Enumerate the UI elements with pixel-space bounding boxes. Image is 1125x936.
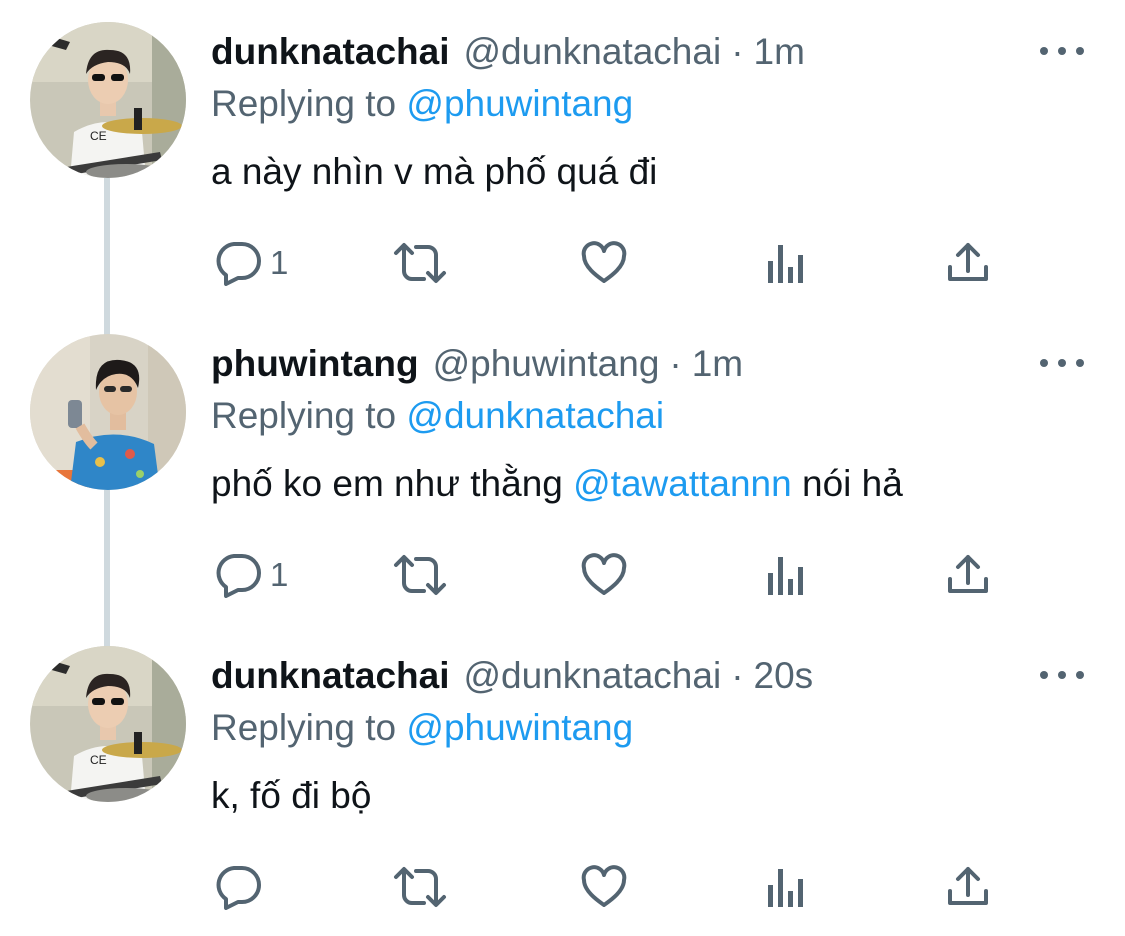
timestamp[interactable]: 1m <box>692 340 743 388</box>
separator-dot: · <box>731 655 744 696</box>
tweet-actions <box>0 842 1125 932</box>
replying-to-label: Replying to <box>211 83 397 124</box>
tweet-text-part: k, fố đi bộ <box>211 775 372 816</box>
user-handle[interactable]: @phuwintang <box>433 340 660 388</box>
like-button[interactable] <box>580 218 628 308</box>
svg-text:CE: CE <box>90 753 107 767</box>
reply-button[interactable]: 1 <box>214 530 288 620</box>
separator-dot: · <box>731 31 744 72</box>
tweet-text-part: nói hả <box>791 463 903 504</box>
retweet-button[interactable] <box>392 842 448 932</box>
analytics-icon <box>768 245 803 283</box>
replying-to: Replying to @phuwintang <box>211 704 633 752</box>
reply-count: 1 <box>270 244 289 281</box>
profile-photo-drummer-icon: CE <box>30 646 186 802</box>
timestamp[interactable]: 1m <box>754 28 805 76</box>
tweet-text: k, fố đi bộ <box>211 772 371 820</box>
replying-to-mention[interactable]: @phuwintang <box>406 707 633 748</box>
replying-to: Replying to @phuwintang <box>211 80 633 128</box>
replying-to-mention[interactable]: @phuwintang <box>406 83 633 124</box>
tweet-thread: CE dunknatachai @dunknatachai · 1m Reply… <box>0 0 1125 926</box>
share-button[interactable] <box>946 218 990 308</box>
like-icon <box>581 865 627 907</box>
replying-to-label: Replying to <box>211 707 397 748</box>
analytics-icon <box>768 557 803 595</box>
tweet-header: phuwintang @phuwintang · 1m <box>211 340 743 388</box>
tweet-text: phố ko em như thằng @tawattannn nói hả <box>211 460 903 508</box>
tweet[interactable]: CE dunknatachai @dunknatachai · 1m Reply… <box>0 0 1125 312</box>
reply-button[interactable] <box>214 842 270 932</box>
like-button[interactable] <box>580 530 628 620</box>
replying-to-mention[interactable]: @dunknatachai <box>406 395 664 436</box>
avatar[interactable] <box>30 334 186 490</box>
retweet-button[interactable] <box>392 530 448 620</box>
retweet-icon <box>394 555 446 595</box>
share-icon <box>948 243 988 281</box>
retweet-icon <box>394 243 446 283</box>
profile-photo-mirror-selfie-icon <box>30 334 186 490</box>
svg-text:CE: CE <box>90 129 107 143</box>
avatar[interactable]: CE <box>30 22 186 178</box>
analytics-icon <box>768 869 803 907</box>
user-handle[interactable]: @dunknatachai <box>464 652 722 700</box>
tweet-actions: 1 <box>0 218 1125 308</box>
avatar[interactable]: CE <box>30 646 186 802</box>
display-name[interactable]: dunknatachai <box>211 652 450 700</box>
tweet[interactable]: CE dunknatachai @dunknatachai · 20s Repl… <box>0 624 1125 936</box>
tweet[interactable]: phuwintang @phuwintang · 1m Replying to … <box>0 312 1125 624</box>
tweet-mention[interactable]: @tawattannn <box>573 463 792 504</box>
retweet-icon <box>394 867 446 907</box>
tweet-actions: 1 <box>0 530 1125 620</box>
share-icon <box>948 867 988 905</box>
share-button[interactable] <box>946 842 990 932</box>
analytics-button[interactable] <box>766 842 806 932</box>
replying-to-label: Replying to <box>211 395 397 436</box>
like-icon <box>581 241 627 283</box>
profile-photo-drummer-icon: CE <box>30 22 186 178</box>
more-options-icon[interactable] <box>1040 352 1084 374</box>
share-button[interactable] <box>946 530 990 620</box>
reply-icon <box>216 242 261 286</box>
reply-icon <box>216 554 261 598</box>
retweet-button[interactable] <box>392 218 448 308</box>
tweet-text: a này nhìn v mà phố quá đi <box>211 148 657 196</box>
reply-icon <box>216 866 261 910</box>
user-handle[interactable]: @dunknatachai <box>464 28 722 76</box>
tweet-header: dunknatachai @dunknatachai · 20s <box>211 652 813 700</box>
replying-to: Replying to @dunknatachai <box>211 392 664 440</box>
display-name[interactable]: dunknatachai <box>211 28 450 76</box>
separator-dot: · <box>669 343 682 384</box>
like-icon <box>581 553 627 595</box>
tweet-text-part: a này nhìn v mà phố quá đi <box>211 151 658 192</box>
share-icon <box>948 555 988 593</box>
analytics-button[interactable] <box>766 530 806 620</box>
timestamp[interactable]: 20s <box>754 652 814 700</box>
more-options-icon[interactable] <box>1040 40 1084 62</box>
analytics-button[interactable] <box>766 218 806 308</box>
reply-button[interactable]: 1 <box>214 218 288 308</box>
reply-count: 1 <box>270 556 289 593</box>
tweet-text-part: phố ko em như thằng <box>211 463 574 504</box>
like-button[interactable] <box>580 842 628 932</box>
more-options-icon[interactable] <box>1040 664 1084 686</box>
tweet-header: dunknatachai @dunknatachai · 1m <box>211 28 805 76</box>
display-name[interactable]: phuwintang <box>211 340 419 388</box>
